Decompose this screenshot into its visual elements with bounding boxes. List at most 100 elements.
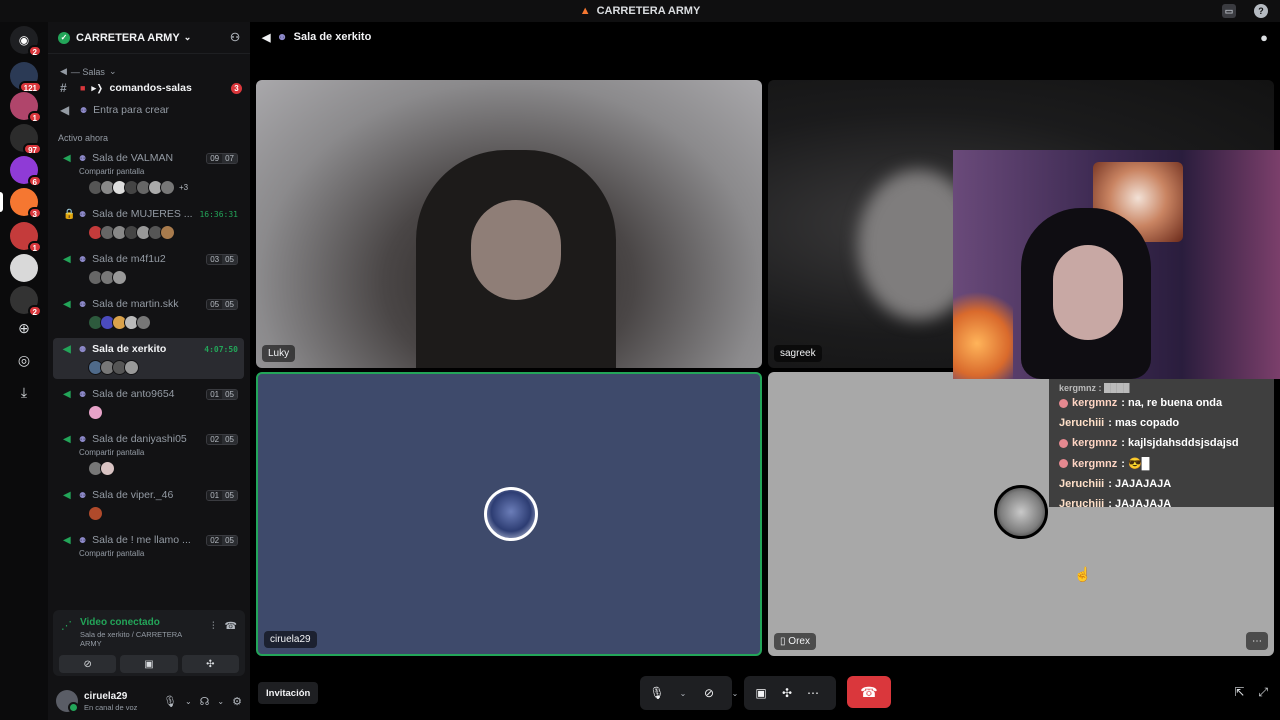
home-discord-icon[interactable]: ◉ 2 <box>10 26 42 57</box>
server-icon-carretera[interactable]: 3 <box>0 188 42 219</box>
server-header[interactable]: ✓ CARRETERA ARMY ⌄ ⚇ <box>48 22 250 54</box>
chevron-down-icon[interactable]: ⌄ <box>724 680 746 706</box>
chevron-down-icon[interactable]: ⌄ <box>185 697 192 706</box>
voice-channel-item[interactable]: ◀ ⚉ Sala de VALMAN 09 07 Compartir pantalla +3 <box>53 147 244 199</box>
chevron-down-icon[interactable]: ⌄ <box>672 680 694 706</box>
stream-chat-overlay: kergmnz : ████ kergmnz: na, re buena ond… <box>1049 379 1274 510</box>
member-avatar[interactable] <box>136 315 151 330</box>
voice-channel-item[interactable]: ◀ ⚉ Sala de daniyashi05 02 05 Compartir panta… <box>53 428 244 480</box>
screen-share-icon[interactable]: ▣ <box>750 680 772 706</box>
noise-suppression-icon[interactable]: ⫶ <box>212 621 215 632</box>
disconnect-icon[interactable]: ☎ <box>225 621 237 632</box>
speaker-icon: ◀ <box>63 152 71 164</box>
invite-button[interactable]: Invitación <box>258 682 319 704</box>
voice-channel-create[interactable]: ◀ ⚉ Entra para crear <box>48 99 250 121</box>
call-header: ◀ ⚉ Sala de xerkito ● <box>250 22 1280 52</box>
user-avatar[interactable] <box>56 690 79 713</box>
voice-channel-item[interactable]: ◀ ⚉ Sala de xerkito 4:07:50 <box>53 338 244 379</box>
chat-username: kergmnz <box>1072 437 1118 450</box>
voice-channel-item[interactable]: ◀ ⚉ Sala de anto9654 01 05 <box>53 383 244 424</box>
group-icon: ⚉ <box>80 105 88 115</box>
user-name[interactable]: ciruela29 <box>84 691 137 702</box>
member-avatar[interactable] <box>88 405 103 420</box>
call-timer: 4:07:50 <box>204 344 238 354</box>
member-avatar[interactable] <box>124 360 139 375</box>
member-avatar[interactable] <box>160 180 175 195</box>
server-icon-pink[interactable]: 1 <box>10 92 42 123</box>
voice-channel-name: Sala de MUJERES ... <box>92 208 193 220</box>
chat-bubble-icon[interactable]: ● <box>1260 30 1268 45</box>
activities-button[interactable]: ✣ <box>181 655 239 673</box>
flame-logo-icon: ▲ <box>579 5 591 17</box>
help-icon[interactable]: ? <box>1254 4 1268 18</box>
server-icon-red[interactable]: 1 <box>10 222 42 253</box>
server-icon-z[interactable]: 121 <box>10 62 42 93</box>
chat-badge-icon <box>1059 398 1068 408</box>
category-salas[interactable]: ◀ — Salas ⌄ <box>48 54 250 77</box>
voice-channel-name: Sala de ! me llamo ... <box>92 534 191 546</box>
chat-text: : kajlsjdahsddsjsdajsd <box>1121 437 1239 450</box>
settings-gear-icon[interactable]: ⚙ <box>232 695 242 708</box>
group-icon: ⚉ <box>79 490 87 500</box>
voice-channel-item[interactable]: ◀ ⚉ Sala de viper._46 01 05 <box>53 484 244 525</box>
member-avatar[interactable] <box>112 270 127 285</box>
server-icon-dark[interactable]: 2 <box>10 286 42 317</box>
speaker-icon: ◀ <box>63 253 71 265</box>
verified-icon: ✓ <box>58 31 70 44</box>
chat-badge-icon <box>1059 459 1068 469</box>
more-options-icon[interactable]: ⋯ <box>802 680 824 706</box>
member-avatar[interactable] <box>160 225 175 240</box>
popout-icon[interactable]: ⇱ <box>1234 685 1244 700</box>
server-icon-ks[interactable]: 97 <box>10 124 42 155</box>
group-icon: ⚉ <box>79 209 87 219</box>
disconnect-call-button[interactable]: ☎ <box>847 676 891 708</box>
chat-badge-icon <box>1059 438 1068 448</box>
window-titlebar: ▲ CARRETERA ARMY ▭ ? <box>0 0 1280 22</box>
server-icon-striped[interactable] <box>10 254 38 282</box>
add-user-icon[interactable]: ⚇ <box>230 31 240 44</box>
voice-status-subtitle[interactable]: Sala de xerkito / CARRETERA ARMY <box>80 630 204 648</box>
voice-channel-name: Sala de martin.skk <box>92 298 179 310</box>
voice-channel-item[interactable]: ◀ ⚉ Sala de m4f1u2 03 05 <box>53 248 244 289</box>
chat-message: Jeruchiii: mas copado <box>1059 413 1274 433</box>
voice-channel-item[interactable]: ◀ ⚉ Sala de martin.skk 05 05 <box>53 293 244 334</box>
download-icon[interactable]: ⤓ <box>14 382 34 402</box>
camera-off-button[interactable]: ⊘ <box>59 655 117 673</box>
screen-share-button[interactable]: ▣ <box>120 655 178 673</box>
chevron-down-icon[interactable]: ⌄ <box>217 697 224 706</box>
user-limit-badge: 01 05 <box>206 388 238 400</box>
inbox-icon[interactable]: ▭ <box>1222 4 1236 18</box>
add-server-icon[interactable]: ⊕ <box>14 318 34 338</box>
chat-message: Jeruchiii: JAJAJAJA <box>1059 474 1274 494</box>
microphone-icon[interactable]: 🎙 <box>163 695 177 708</box>
chat-username: Jeruchiii <box>1059 417 1105 430</box>
video-tile-luky[interactable]: Luky <box>256 80 762 368</box>
microphone-icon[interactable]: 🎙 <box>646 680 668 706</box>
camera-off-icon[interactable]: ⊘ <box>698 680 720 706</box>
fullscreen-icon[interactable]: ⤢ <box>1258 685 1268 700</box>
chat-username: kergmnz <box>1072 457 1118 470</box>
voice-channel-name: Sala de VALMAN <box>92 152 174 164</box>
member-avatar[interactable] <box>100 461 115 476</box>
activities-icon[interactable]: ✣ <box>776 680 798 706</box>
text-channel-comandos-salas[interactable]: # ■ ▸❭ comandos-salas 3 <box>48 77 250 99</box>
chat-username: kergmnz <box>1072 397 1118 410</box>
group-icon: ⚉ <box>79 153 87 163</box>
more-options-icon[interactable]: ⋯ <box>1246 632 1268 650</box>
channel-title: Sala de xerkito <box>293 31 372 43</box>
voice-channel-item[interactable]: 🔒 ⚉ Sala de MUJERES ... 16:36:31 <box>53 203 244 244</box>
server-icon-purple[interactable]: 6 <box>10 156 42 187</box>
signal-icon[interactable]: ⋰ <box>61 619 72 632</box>
voice-status-title[interactable]: Video conectado <box>80 617 204 628</box>
headphones-icon[interactable]: ☊ <box>200 695 210 708</box>
avatar-tile-ciruela29[interactable]: ciruela29 <box>256 372 762 656</box>
voice-channel-item[interactable]: ◀ ⚉ Sala de ! me llamo ... 02 05 Compartir pa… <box>53 529 244 558</box>
member-avatar[interactable] <box>88 506 103 521</box>
user-limit-badge: 01 05 <box>206 489 238 501</box>
user-limit-badge: 03 05 <box>206 253 238 265</box>
user-limit-badge: 09 07 <box>206 152 238 164</box>
speaker-icon: ◀ <box>60 66 67 76</box>
explore-icon[interactable]: ◎ <box>14 350 34 370</box>
user-limit-badge: 02 05 <box>206 534 238 546</box>
voice-connected-panel: ⋰ Video conectado Sala de xerkito / CARR… <box>53 610 245 676</box>
